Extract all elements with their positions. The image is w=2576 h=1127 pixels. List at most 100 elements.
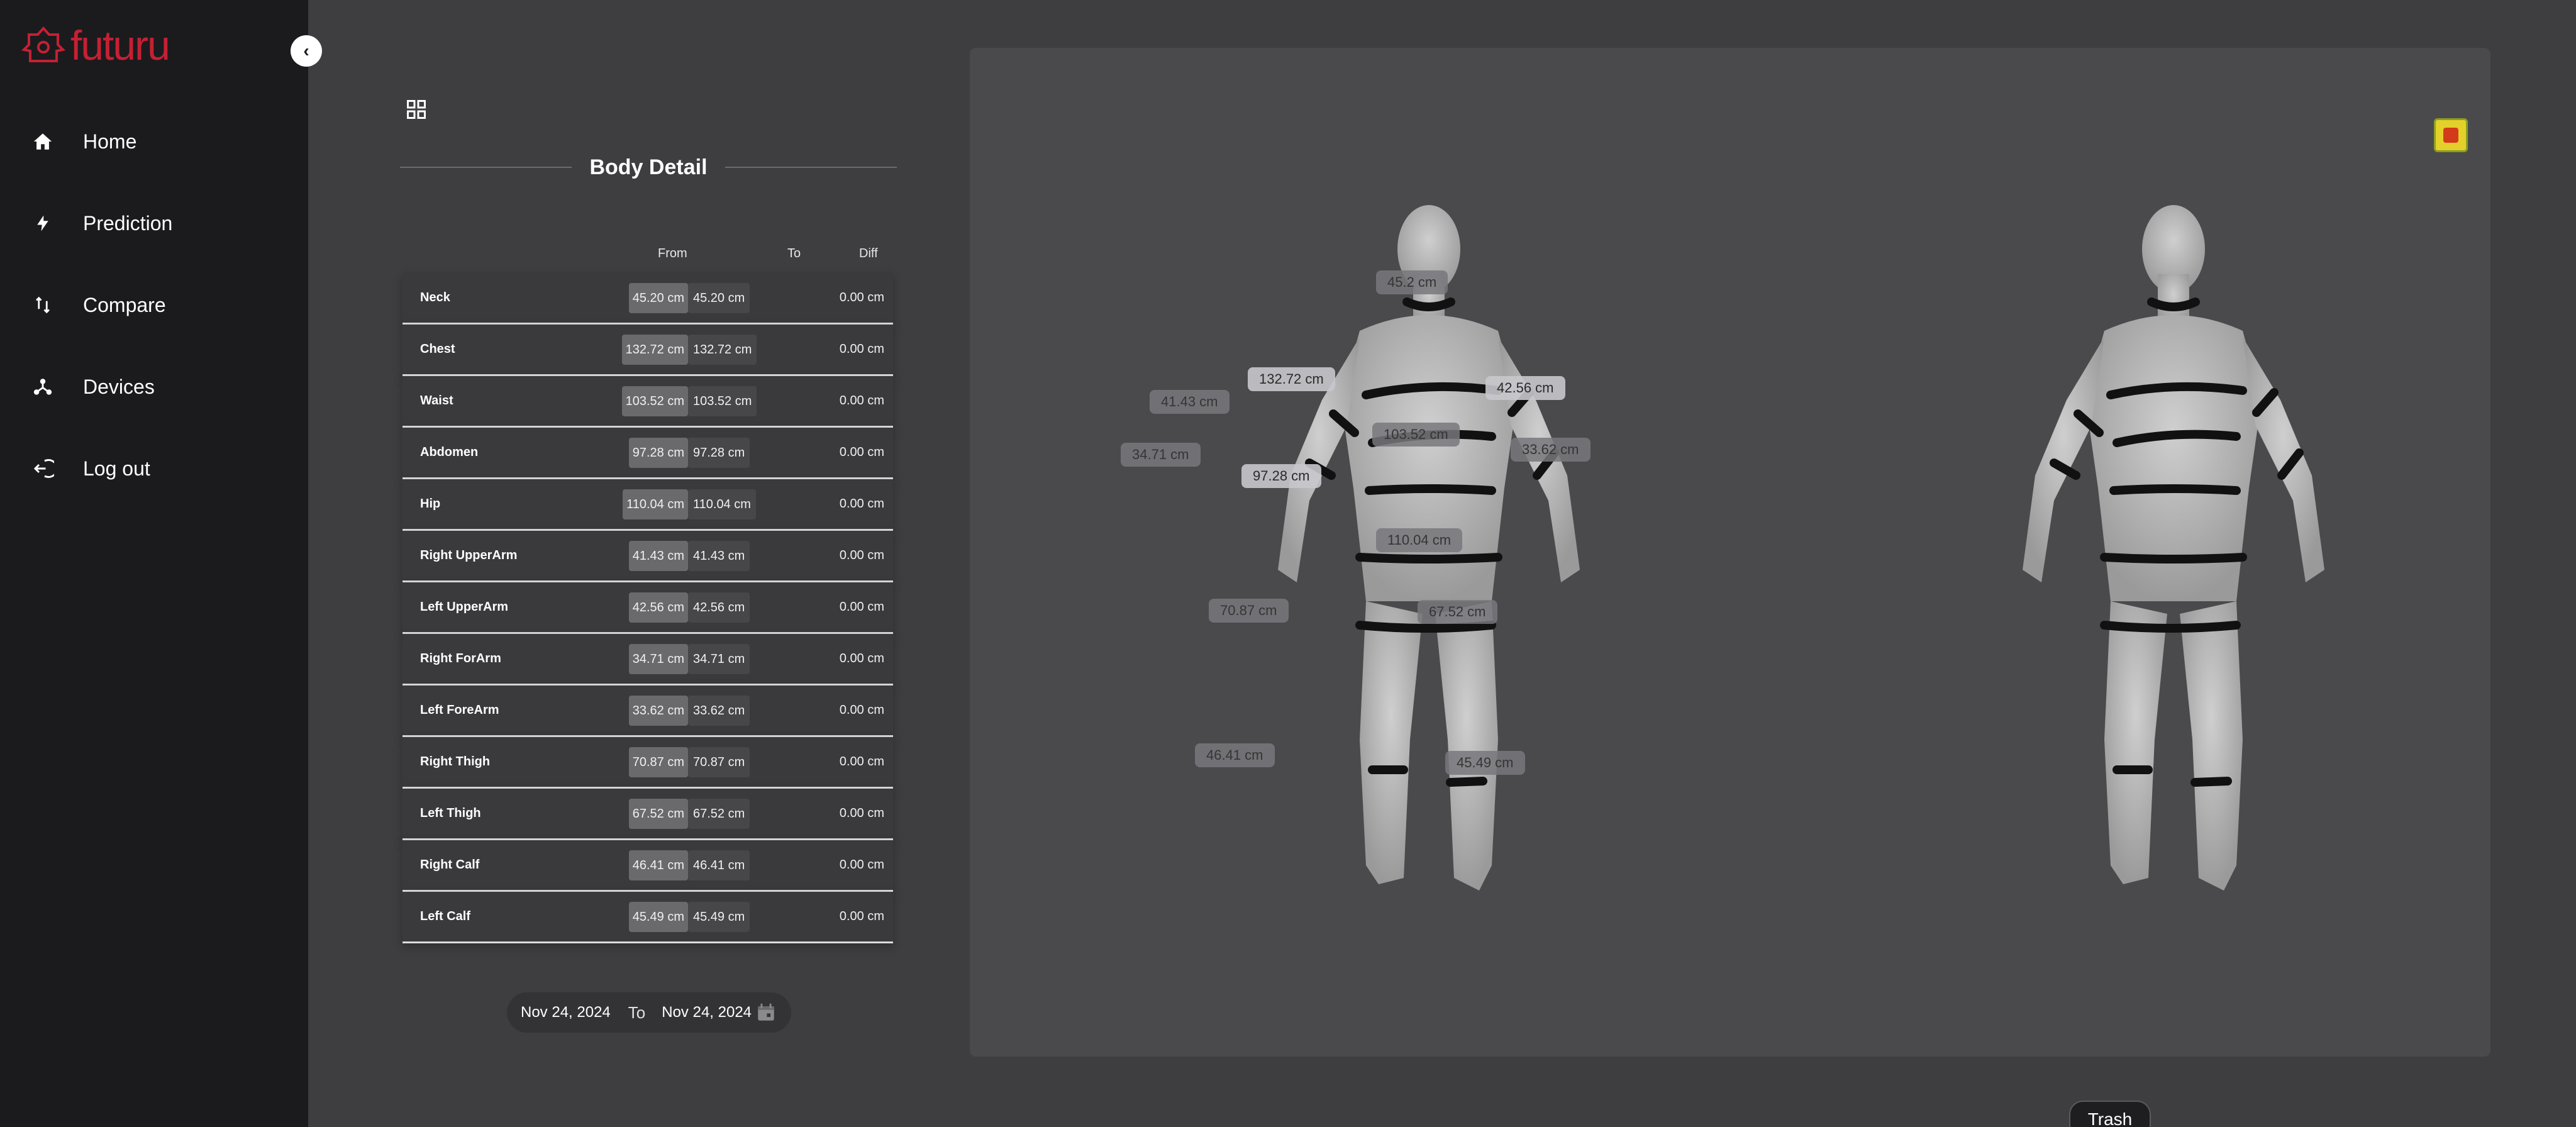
to-value: 103.52 cm [688,386,757,416]
diff-value: 0.00 cm [839,703,884,717]
nav-item-logout[interactable]: Log out [30,428,294,509]
calendar-icon[interactable] [755,1002,777,1023]
row-name: Left Thigh [420,806,481,820]
hub-icon [30,374,55,399]
sidebar-collapse-button[interactable]: ‹ [291,35,322,67]
table-row[interactable]: Neck 45.20 cm 45.20 cm 0.00 cm [402,273,893,325]
diff-value: 0.00 cm [839,394,884,408]
to-value: 97.28 cm [688,438,750,468]
table-row[interactable]: Chest 132.72 cm 132.72 cm 0.00 cm [402,325,893,376]
row-name: Waist [420,394,453,408]
row-name: Chest [420,342,455,356]
nav-item-label: Compare [83,293,166,316]
date-separator: To [628,1002,646,1022]
panel-title-row: Body Detail [400,153,897,181]
nav-item-home[interactable]: Home [30,101,294,182]
from-value: 67.52 cm [628,799,688,829]
logo-icon [21,26,65,62]
diff-value: 0.00 cm [839,652,884,665]
from-value: 97.28 cm [628,438,688,468]
table-row[interactable]: Right Thigh 70.87 cm 70.87 cm 0.00 cm [402,737,893,789]
diff-value: 0.00 cm [839,497,884,511]
row-name: Left UpperArm [420,600,509,614]
start-date[interactable]: Nov 24, 2024 [521,1004,611,1021]
grid-view-icon[interactable] [405,98,428,121]
row-name: Right UpperArm [420,548,518,562]
to-value: 42.56 cm [688,592,750,623]
row-name: Hip [420,497,441,511]
trash-button[interactable]: Trash [2069,1101,2151,1127]
tag-right-upperarm: 41.43 cm [1150,390,1230,414]
row-name: Right Thigh [420,755,491,769]
tag-hip: 110.04 cm [1376,528,1463,552]
table-row[interactable]: Right Calf 46.41 cm 46.41 cm 0.00 cm [402,840,893,892]
diff-value: 0.00 cm [839,909,884,923]
diff-value: 0.00 cm [839,806,884,820]
body-model-viewer[interactable]: 45.2 cm 132.72 cm 42.56 cm 41.43 cm 103.… [970,48,2490,1057]
heatmap-icon [2443,128,2458,143]
column-header-to: To [787,247,801,260]
to-value: 45.20 cm [688,283,750,313]
tag-left-thigh: 67.52 cm [1418,600,1497,624]
divider [724,167,897,168]
diff-value: 0.00 cm [839,445,884,459]
row-name: Left Calf [420,909,470,923]
logo[interactable]: futuru [21,22,170,69]
diff-value: 0.00 cm [839,548,884,562]
tag-left-forearm: 33.62 cm [1511,438,1591,462]
row-name: Right Calf [420,858,480,872]
table-row[interactable]: Waist 103.52 cm 103.52 cm 0.00 cm [402,376,893,428]
from-value: 41.43 cm [628,541,688,571]
to-value: 46.41 cm [688,850,750,880]
nav-item-devices[interactable]: Devices [30,346,294,428]
table-row[interactable]: Left Thigh 67.52 cm 67.52 cm 0.00 cm [402,789,893,840]
end-date[interactable]: Nov 24, 2024 [662,1004,752,1021]
logout-icon [30,456,55,481]
table-header: From To Diff [402,247,893,265]
tag-right-thigh: 70.87 cm [1209,599,1289,623]
column-header-diff: Diff [859,247,878,260]
table-row[interactable]: Left ForeArm 33.62 cm 33.62 cm 0.00 cm [402,686,893,737]
home-icon [30,129,55,154]
from-value: 70.87 cm [628,747,688,777]
to-value: 45.49 cm [688,902,750,932]
tag-chest: 132.72 cm [1248,367,1335,391]
nav-item-compare[interactable]: Compare [30,264,294,346]
nav-item-label: Devices [83,375,155,398]
from-value: 33.62 cm [628,696,688,726]
lightning-icon [30,211,55,236]
sidebar-nav: Home Prediction Compare Devices Log out [30,101,294,509]
chevron-left-icon: ‹ [303,41,309,60]
tag-waist: 103.52 cm [1372,423,1460,447]
panel-title: Body Detail [589,155,708,179]
from-value: 132.72 cm [621,335,688,365]
tag-right-forearm: 34.71 cm [1121,443,1201,467]
diff-value: 0.00 cm [839,858,884,872]
sidebar: futuru Home Prediction Compare Devices L… [0,0,308,1127]
table-row[interactable]: Right ForArm 34.71 cm 34.71 cm 0.00 cm [402,634,893,686]
tag-left-calf: 45.49 cm [1445,751,1525,775]
from-value: 110.04 cm [623,489,688,519]
body-models[interactable] [970,48,2490,1057]
from-value: 45.20 cm [628,283,688,313]
diff-value: 0.00 cm [839,291,884,304]
nav-item-label: Log out [83,457,150,480]
nav-item-label: Home [83,130,137,153]
swap-vertical-icon [30,292,55,318]
from-value: 46.41 cm [628,850,688,880]
row-name: Right ForArm [420,652,501,665]
table-row[interactable]: Right UpperArm 41.43 cm 41.43 cm 0.00 cm [402,531,893,582]
to-value: 34.71 cm [688,644,750,674]
to-value: 132.72 cm [688,335,757,365]
measurement-table: Neck 45.20 cm 45.20 cm 0.00 cm Chest 132.72 … [402,273,893,943]
table-row[interactable]: Left Calf 45.49 cm 45.49 cm 0.00 cm [402,892,893,943]
heatmap-toggle-button[interactable] [2434,118,2468,152]
tag-left-upperarm: 42.56 cm [1485,376,1565,400]
nav-item-prediction[interactable]: Prediction [30,182,294,264]
to-value: 70.87 cm [688,747,750,777]
from-value: 45.49 cm [628,902,688,932]
date-range-picker[interactable]: Nov 24, 2024 To Nov 24, 2024 [507,992,791,1033]
table-row[interactable]: Hip 110.04 cm 110.04 cm 0.00 cm [402,479,893,531]
table-row[interactable]: Left UpperArm 42.56 cm 42.56 cm 0.00 cm [402,582,893,634]
table-row[interactable]: Abdomen 97.28 cm 97.28 cm 0.00 cm [402,428,893,479]
